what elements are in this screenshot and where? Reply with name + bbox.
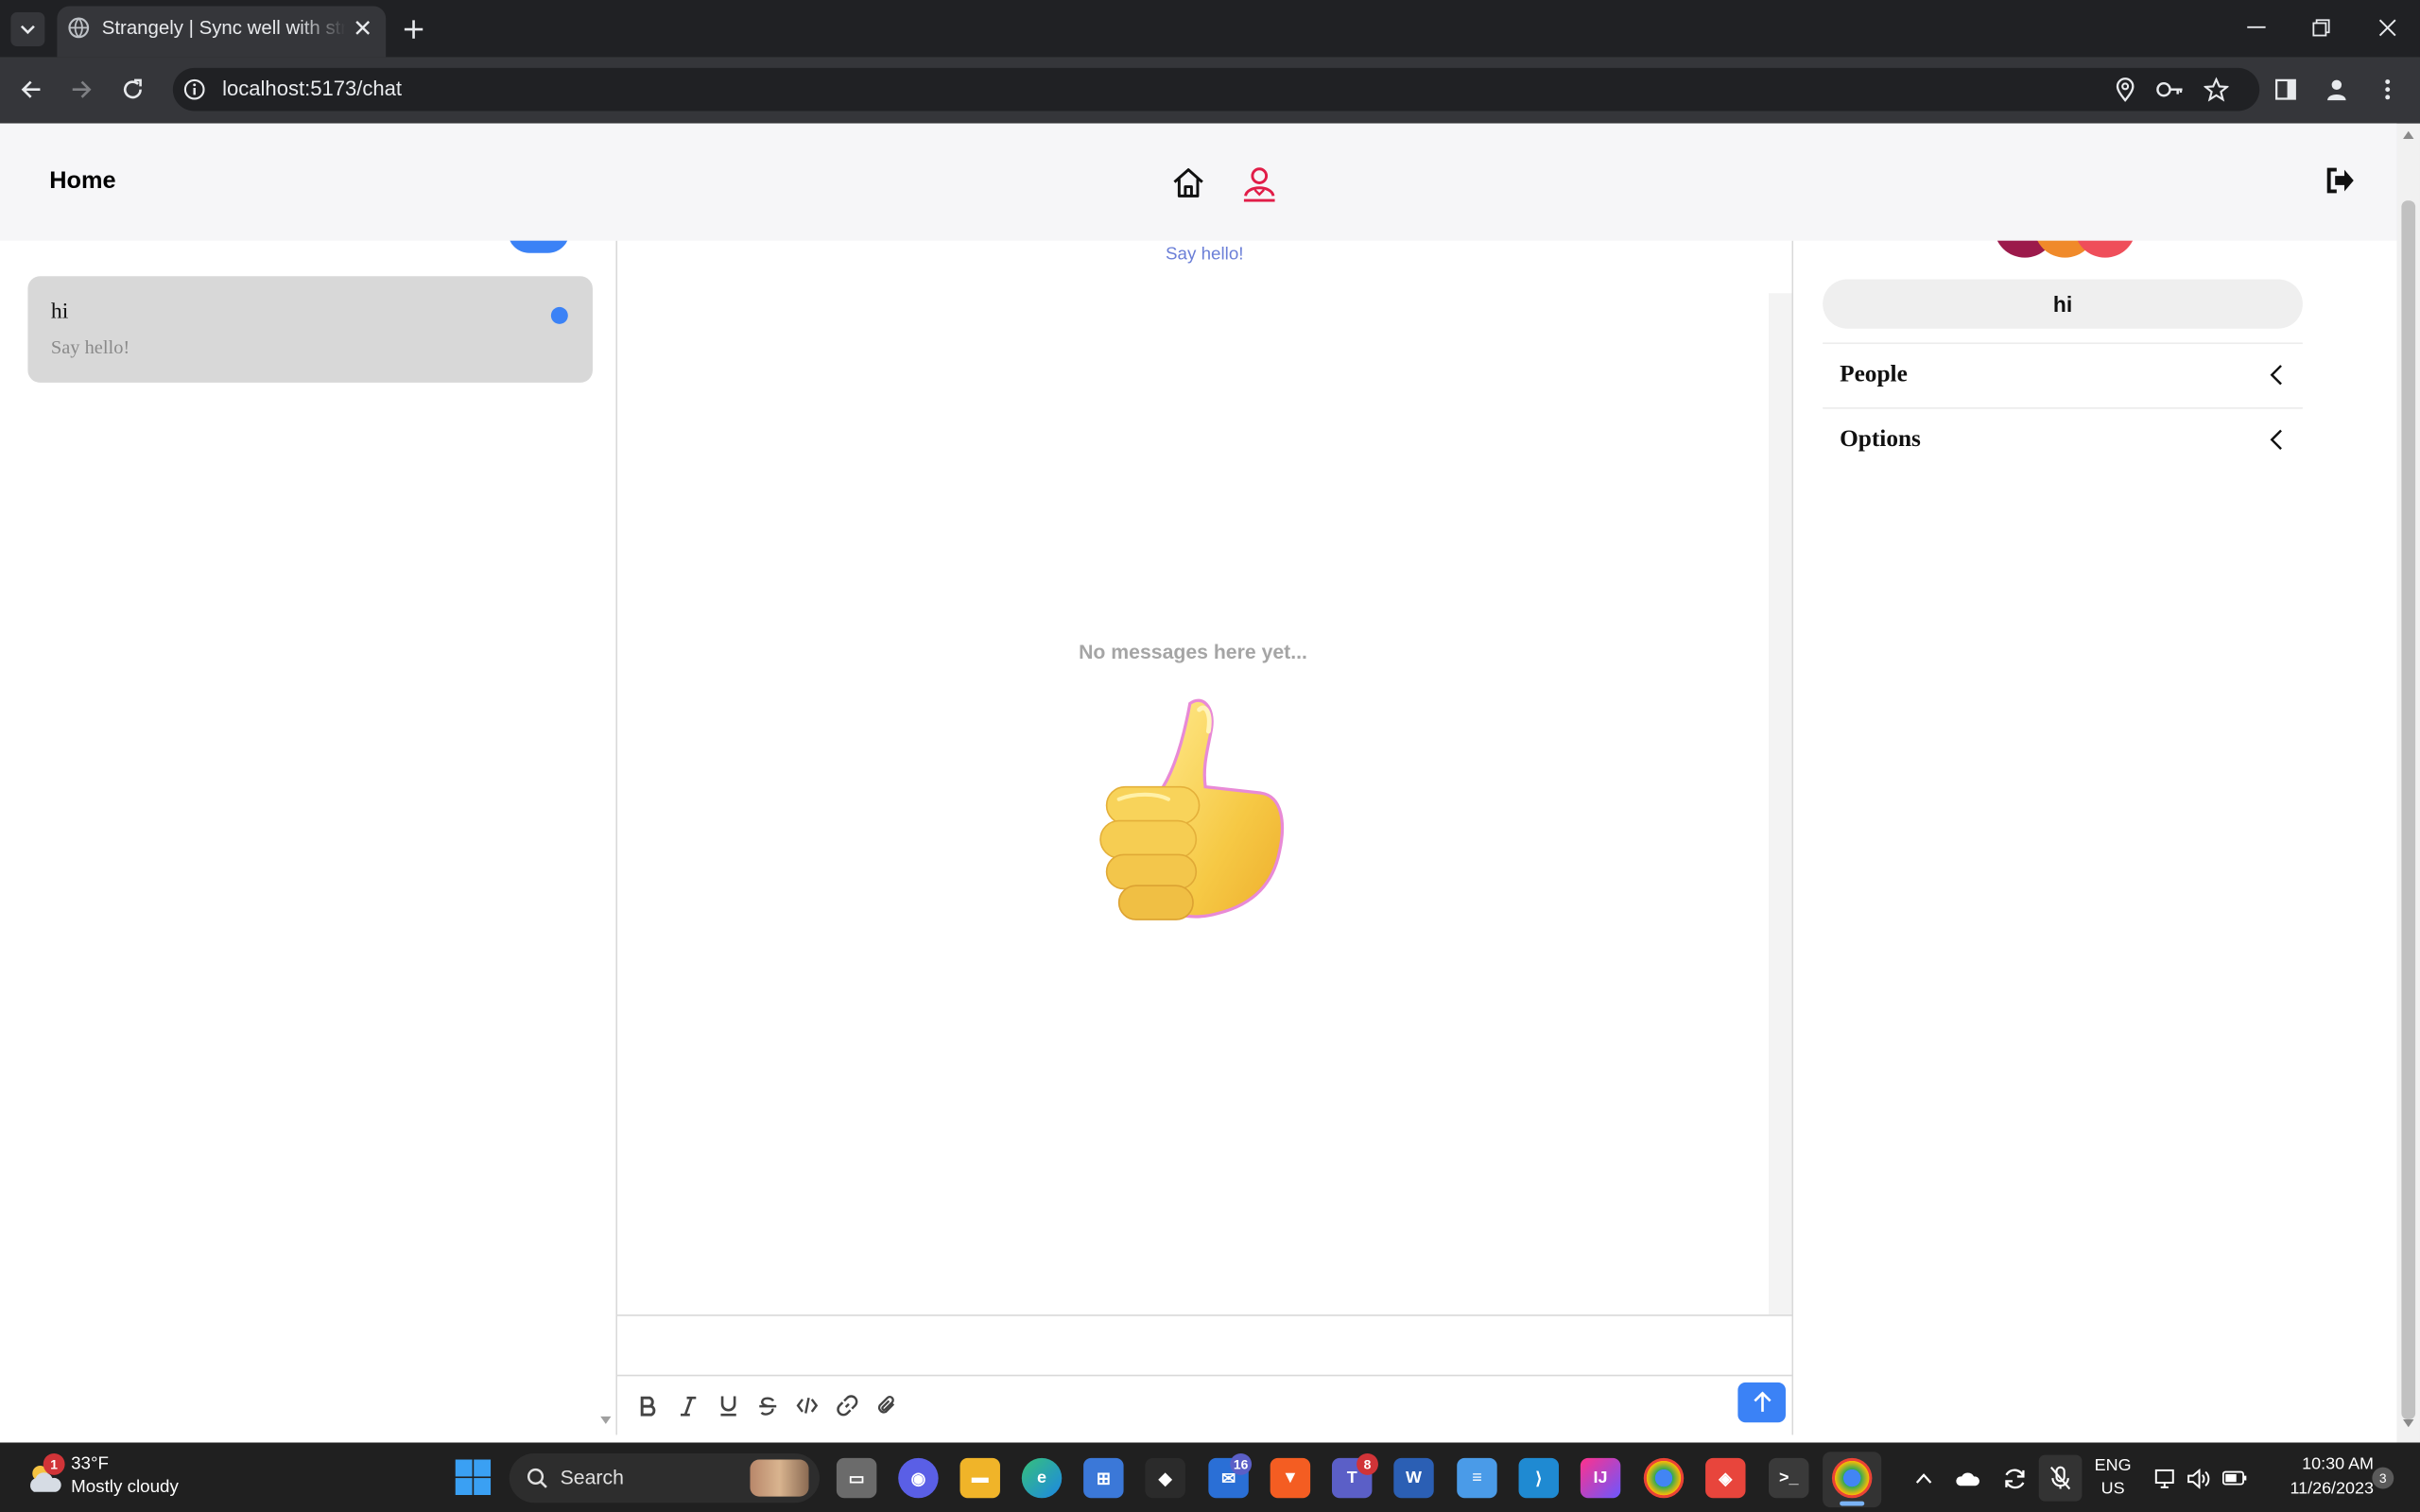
new-tab-icon[interactable] (400, 15, 427, 43)
chrome-active-icon[interactable] (1831, 1457, 1873, 1499)
reload-icon[interactable] (117, 74, 148, 105)
bold-icon[interactable] (634, 1392, 662, 1419)
location-pin-icon[interactable] (2111, 76, 2138, 103)
unread-indicator (550, 306, 568, 324)
options-section-label: Options (1840, 425, 1921, 453)
file-explorer-icon[interactable]: ▬ (959, 1457, 1000, 1499)
clock-time[interactable]: 10:30 AM (2256, 1455, 2374, 1474)
word-icon[interactable]: W (1393, 1457, 1434, 1499)
intellij-icon[interactable]: IJ (1580, 1457, 1621, 1499)
options-section-toggle[interactable]: Options (1823, 407, 2303, 472)
people-section-label: People (1840, 361, 1908, 387)
page-title: Home (49, 167, 116, 195)
bookmark-star-icon[interactable] (2203, 76, 2230, 103)
back-icon[interactable] (15, 74, 46, 105)
close-window-icon[interactable] (2372, 15, 2403, 40)
conversation-preview: Say hello! (50, 335, 130, 358)
underline-icon[interactable] (715, 1392, 742, 1419)
italic-icon[interactable] (674, 1392, 701, 1419)
weather-temperature[interactable]: 33°F (71, 1455, 109, 1474)
tab-title: Strangely | Sync well with strangers (101, 16, 346, 39)
git-icon[interactable]: ◈ (1705, 1457, 1746, 1499)
tab-close-icon[interactable] (352, 17, 373, 39)
onedrive-cloud-icon[interactable] (1954, 1466, 1981, 1490)
left-scroll-down-arrow-icon[interactable] (598, 1414, 611, 1426)
volume-icon[interactable] (2186, 1466, 2213, 1490)
send-button[interactable] (1737, 1382, 1786, 1423)
strikethrough-icon[interactable] (753, 1392, 781, 1419)
people-nav-icon[interactable] (1241, 163, 1278, 203)
outlook-badge: 16 (1230, 1452, 1253, 1475)
attachment-icon[interactable] (872, 1392, 899, 1419)
link-icon[interactable] (834, 1392, 861, 1419)
logout-icon[interactable] (2323, 163, 2357, 198)
scroll-down-arrow-icon[interactable] (2401, 1417, 2415, 1431)
search-label: Search (560, 1466, 624, 1489)
forward-icon[interactable] (66, 74, 97, 105)
edge-icon[interactable]: e (1021, 1457, 1063, 1499)
url-text[interactable]: localhost:5173/chat (222, 77, 402, 100)
restore-icon[interactable] (2306, 15, 2337, 40)
chevron-left-icon (2269, 364, 2284, 386)
language-indicator[interactable]: ENG (2091, 1456, 2135, 1475)
globe-icon (68, 17, 90, 39)
chat-subtitle: Say hello! (1166, 245, 1244, 265)
sync-icon[interactable] (2000, 1466, 2028, 1490)
mic-muted-icon[interactable] (2047, 1466, 2074, 1490)
scroll-up-arrow-icon[interactable] (2401, 129, 2415, 143)
chat-scrollbar[interactable] (1769, 293, 1792, 1315)
search-highlight-image (750, 1459, 809, 1497)
teams-badge: 8 (1357, 1452, 1378, 1475)
people-section-toggle[interactable]: People (1823, 342, 2303, 407)
thumbs-up-illustration (1088, 691, 1296, 937)
microsoft-store-icon[interactable]: ⊞ (1083, 1457, 1124, 1499)
meet-icon[interactable]: ◉ (898, 1457, 939, 1499)
key-icon[interactable] (2154, 76, 2186, 103)
home-icon[interactable] (1170, 163, 1207, 200)
tab-search-button[interactable] (10, 12, 45, 46)
minimize-icon[interactable] (2241, 15, 2273, 40)
notification-badge[interactable]: 3 (2372, 1467, 2394, 1489)
vscode-icon[interactable]: ⟩ (1518, 1457, 1559, 1499)
active-indicator (1840, 1501, 1865, 1506)
chevron-up-icon[interactable] (1910, 1466, 1935, 1490)
address-bar[interactable] (172, 67, 2260, 112)
conversation-item[interactable] (27, 276, 593, 383)
more-menu-icon[interactable] (2374, 76, 2401, 103)
search-icon (525, 1466, 549, 1490)
arrow-up-icon (1753, 1391, 1771, 1412)
empty-state-text: No messages here yet... (1079, 640, 1307, 664)
brave-icon[interactable]: ▼ (1270, 1457, 1311, 1499)
weather-badge: 1 (43, 1452, 65, 1475)
clock-date[interactable]: 11/26/2023 (2256, 1480, 2374, 1499)
terminal-icon[interactable]: >_ (1769, 1457, 1809, 1499)
message-input[interactable] (617, 1314, 1792, 1377)
conversation-list-panel (27, 240, 593, 1435)
alienware-icon[interactable]: ◆ (1145, 1457, 1185, 1499)
weather-condition[interactable]: Mostly cloudy (71, 1478, 179, 1497)
battery-icon[interactable] (2221, 1466, 2248, 1490)
windows-start-icon[interactable] (455, 1459, 492, 1496)
conversation-name: hi (50, 299, 69, 324)
chevron-left-icon (2269, 429, 2284, 451)
site-info-icon[interactable] (182, 77, 207, 102)
network-icon[interactable] (2152, 1466, 2179, 1490)
notepad-icon[interactable]: ≡ (1457, 1457, 1497, 1499)
group-name: hi (1823, 279, 2303, 329)
task-view-icon[interactable]: ▭ (836, 1457, 877, 1499)
code-icon[interactable] (793, 1392, 821, 1419)
profile-icon[interactable] (2323, 76, 2350, 103)
page-scrollbar-thumb[interactable] (2401, 200, 2416, 1420)
chrome-icon[interactable] (1643, 1457, 1685, 1499)
region-indicator[interactable]: US (2091, 1480, 2135, 1499)
side-panel-icon[interactable] (2272, 76, 2299, 103)
